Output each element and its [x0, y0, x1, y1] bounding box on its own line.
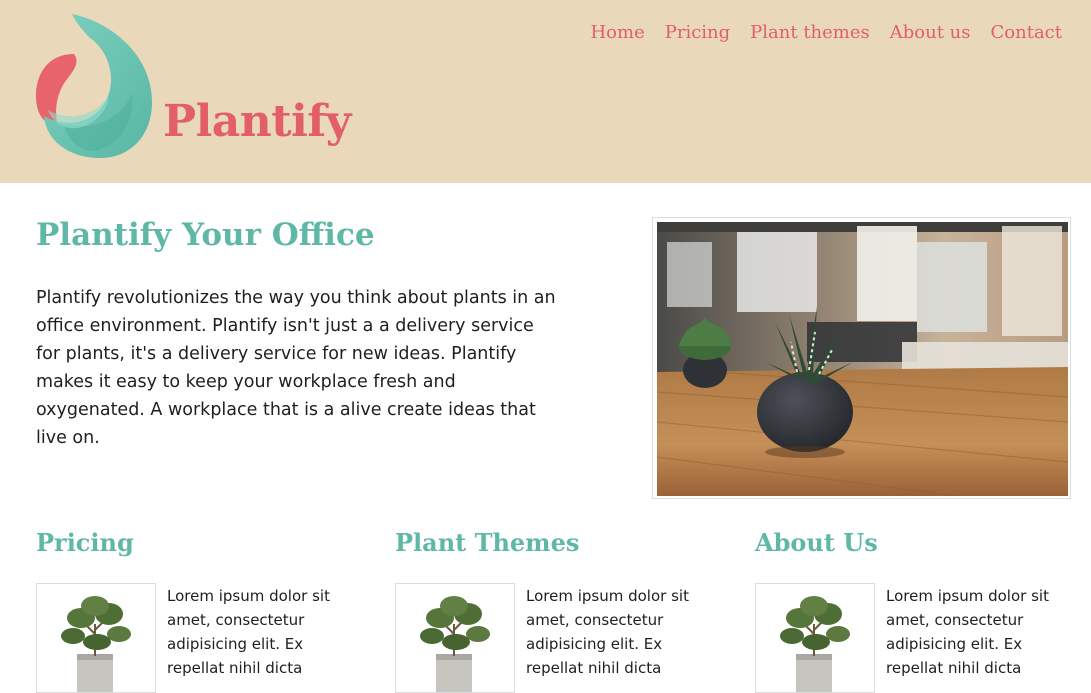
- hero-image-frame: [652, 217, 1071, 499]
- section-text-about-us: Lorem ipsum dolor sit amet, consectetur …: [886, 587, 1049, 677]
- main-nav: Home Pricing Plant themes About us Conta…: [590, 22, 1062, 43]
- section-title-pricing: Pricing: [36, 528, 134, 557]
- hero-text: Plantify revolutionizes the way you thin…: [36, 288, 556, 448]
- nav-pricing[interactable]: Pricing: [665, 22, 730, 43]
- section-text-plant-themes: Lorem ipsum dolor sit amet, consectetur …: [526, 587, 689, 677]
- about-us-section: About Us Lorem ipsum dolor sit amet, con…: [755, 528, 1075, 693]
- hero-title: Plantify Your Office: [36, 217, 375, 253]
- droplet-leaf-logo-icon: [36, 14, 152, 158]
- office-desk-plant-photo: [657, 222, 1068, 496]
- pricing-section: Pricing Lorem ipsum dolor sit amet, cons…: [36, 528, 356, 693]
- nav-about-us[interactable]: About us: [890, 22, 971, 43]
- potted-plant-thumbnail: [36, 583, 156, 693]
- nav-plant-themes[interactable]: Plant themes: [750, 22, 870, 43]
- plant-themes-section: Plant Themes Lorem ipsum dolor sit amet,…: [395, 528, 715, 693]
- potted-plant-thumbnail: [395, 583, 515, 693]
- brand-name: Plantify: [163, 96, 351, 147]
- nav-home[interactable]: Home: [590, 22, 644, 43]
- potted-plant-thumbnail: [755, 583, 875, 693]
- site-header: Plantify Home Pricing Plant themes About…: [0, 0, 1091, 183]
- section-title-about-us: About Us: [755, 528, 878, 557]
- nav-contact[interactable]: Contact: [991, 22, 1062, 43]
- section-text-pricing: Lorem ipsum dolor sit amet, consectetur …: [167, 587, 330, 677]
- section-title-plant-themes: Plant Themes: [395, 528, 580, 557]
